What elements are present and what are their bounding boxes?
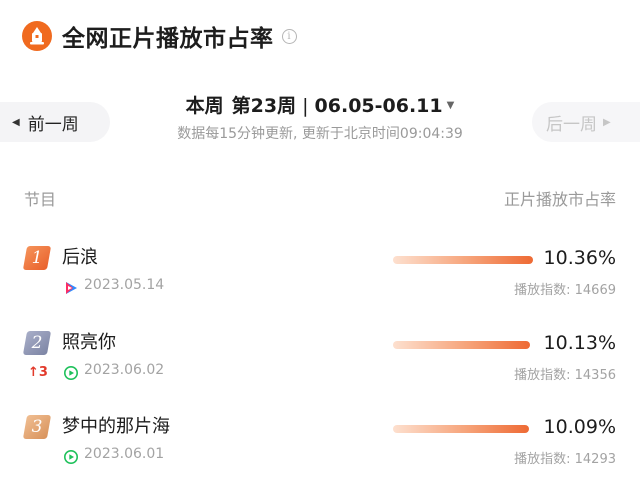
play-index: 播放指数: 14293 — [514, 452, 616, 467]
ranking-row[interactable]: 3 梦中的那片海 2023.06.01 10.09% 播放指数: 14293 — [0, 413, 640, 480]
page-header: 全网正片播放市占率 i — [22, 18, 297, 54]
week-navigator: ◀ 前一周 本周 第23周 | 06.05-06.11 ▼ 数据每15分钟更新,… — [0, 92, 640, 152]
app-logo-icon — [22, 21, 52, 51]
release-date: 2023.06.02 — [84, 362, 165, 378]
share-bar — [393, 341, 530, 349]
share-percentage: 10.36% — [543, 247, 616, 269]
week-separator: | — [302, 95, 309, 117]
week-selector: 本周 第23周 | 06.05-06.11 ▼ 数据每15分钟更新, 更新于北京… — [130, 92, 510, 143]
next-week-button[interactable]: 后一周 ▶ — [532, 102, 640, 142]
program-name: 梦中的那片海 — [62, 416, 170, 437]
share-bar — [393, 425, 529, 433]
update-time-text: 数据每15分钟更新, 更新于北京时间09:04:39 — [177, 126, 463, 142]
share-bar — [393, 256, 533, 264]
iqiyi-icon — [64, 366, 78, 380]
play-index: 播放指数: 14356 — [514, 368, 616, 383]
iqiyi-icon — [64, 450, 78, 464]
rank-badge: 2 — [22, 331, 52, 355]
next-week-label: 后一周 — [546, 114, 597, 135]
week-date-range: 06.05-06.11 — [314, 95, 443, 117]
column-header-share: 正片播放市占率 — [503, 190, 616, 209]
play-index: 播放指数: 14669 — [514, 283, 616, 298]
chevron-right-icon: ▶ — [603, 116, 611, 128]
ranking-row[interactable]: 2 照亮你 ↑3 2023.06.02 10.13% 播放指数: 14356 — [0, 329, 640, 401]
tencent-video-icon — [66, 282, 77, 294]
rank-badge: 3 — [22, 415, 52, 439]
ranking-row[interactable]: 1 后浪 2023.05.14 10.36% 播放指数: 14669 — [0, 244, 640, 316]
share-percentage: 10.09% — [543, 416, 616, 438]
rank-change-up: ↑3 — [28, 365, 48, 380]
chevron-left-icon: ◀ — [12, 116, 20, 128]
info-icon[interactable]: i — [281, 28, 297, 44]
previous-week-button[interactable]: ◀ 前一周 — [0, 102, 110, 142]
release-date: 2023.06.01 — [84, 446, 165, 462]
page-title: 全网正片播放市占率 — [62, 26, 274, 52]
program-name: 照亮你 — [62, 332, 116, 353]
program-name: 后浪 — [62, 247, 98, 268]
share-percentage: 10.13% — [543, 332, 616, 354]
week-number: 第23周 — [231, 95, 297, 117]
week-label: 本周 — [185, 95, 224, 117]
release-date: 2023.05.14 — [84, 277, 165, 293]
rank-badge: 1 — [22, 246, 52, 270]
column-header-program: 节目 — [24, 190, 57, 209]
caret-down-icon: ▼ — [446, 100, 455, 111]
week-dropdown[interactable]: 本周 第23周 | 06.05-06.11 ▼ — [186, 92, 455, 120]
previous-week-label: 前一周 — [27, 114, 79, 135]
